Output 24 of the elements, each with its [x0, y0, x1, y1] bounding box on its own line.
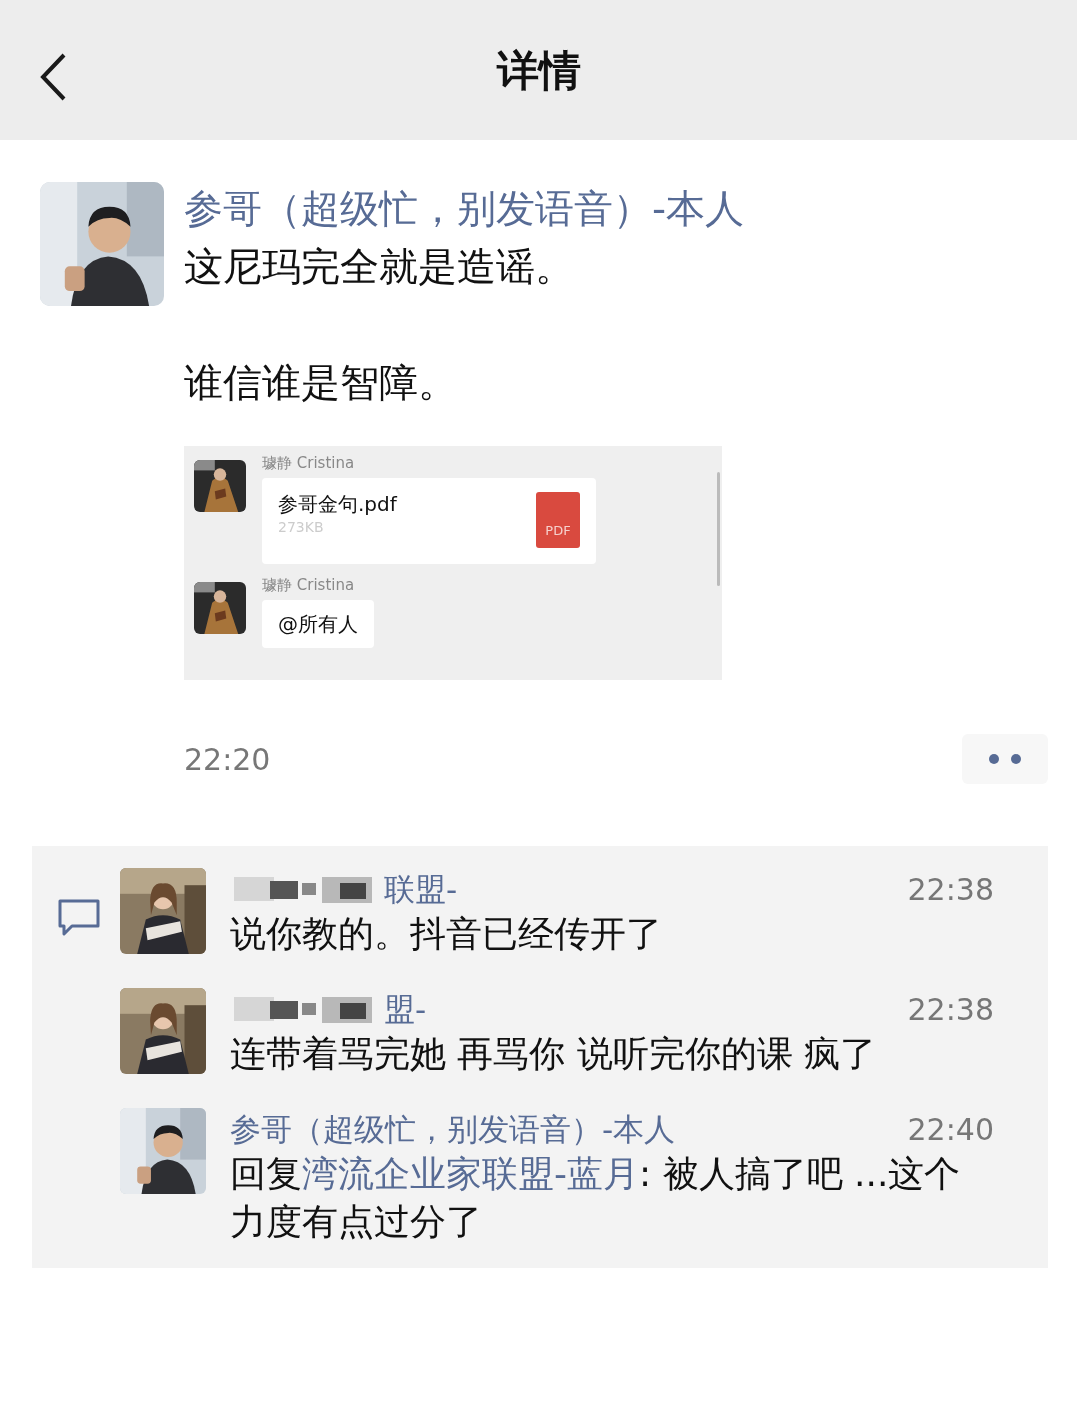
comment-text: 回复湾流企业家联盟-蓝月: 被人搞了吧 ...这个力度有点过分了: [230, 1152, 962, 1244]
commenter-name[interactable]: 盟-: [384, 985, 427, 1033]
author-name[interactable]: 参哥（超级忙，别发语音）-本人: [184, 180, 1047, 238]
post-time: 22:20: [184, 740, 271, 779]
pdf-file-icon: PDF: [536, 492, 580, 548]
sender-name: 璩静 Cristina: [262, 576, 356, 594]
back-icon[interactable]: [38, 52, 68, 102]
comment-text: 说你教的。抖音已经传开了: [230, 912, 663, 956]
comment-time: 22:38: [907, 990, 994, 1029]
post-text: 谁信谁是智障。: [184, 359, 458, 407]
comment-text: 连带着骂完她 再骂你 说听完你的课 疯了: [230, 1032, 878, 1076]
message-bubble: @所有人: [262, 600, 374, 648]
reply-target-link[interactable]: 湾流企业家联盟-蓝月: [302, 1153, 639, 1194]
more-icon: [987, 753, 1023, 765]
comment-time: 22:40: [907, 1110, 994, 1149]
page-title: 详情: [496, 44, 581, 97]
post-text: 这尼玛完全就是造谣。: [184, 243, 575, 291]
sender-name: 璩静 Cristina: [262, 454, 356, 472]
commenter-name[interactable]: 参哥（超级忙，别发语音）-本人: [230, 1105, 676, 1153]
comment-icon: [56, 898, 102, 938]
comment-time: 22:38: [907, 870, 994, 909]
more-button[interactable]: [962, 734, 1048, 784]
commenter-name[interactable]: 联盟-: [384, 865, 458, 913]
file-name: 参哥金句.pdf: [278, 491, 397, 518]
